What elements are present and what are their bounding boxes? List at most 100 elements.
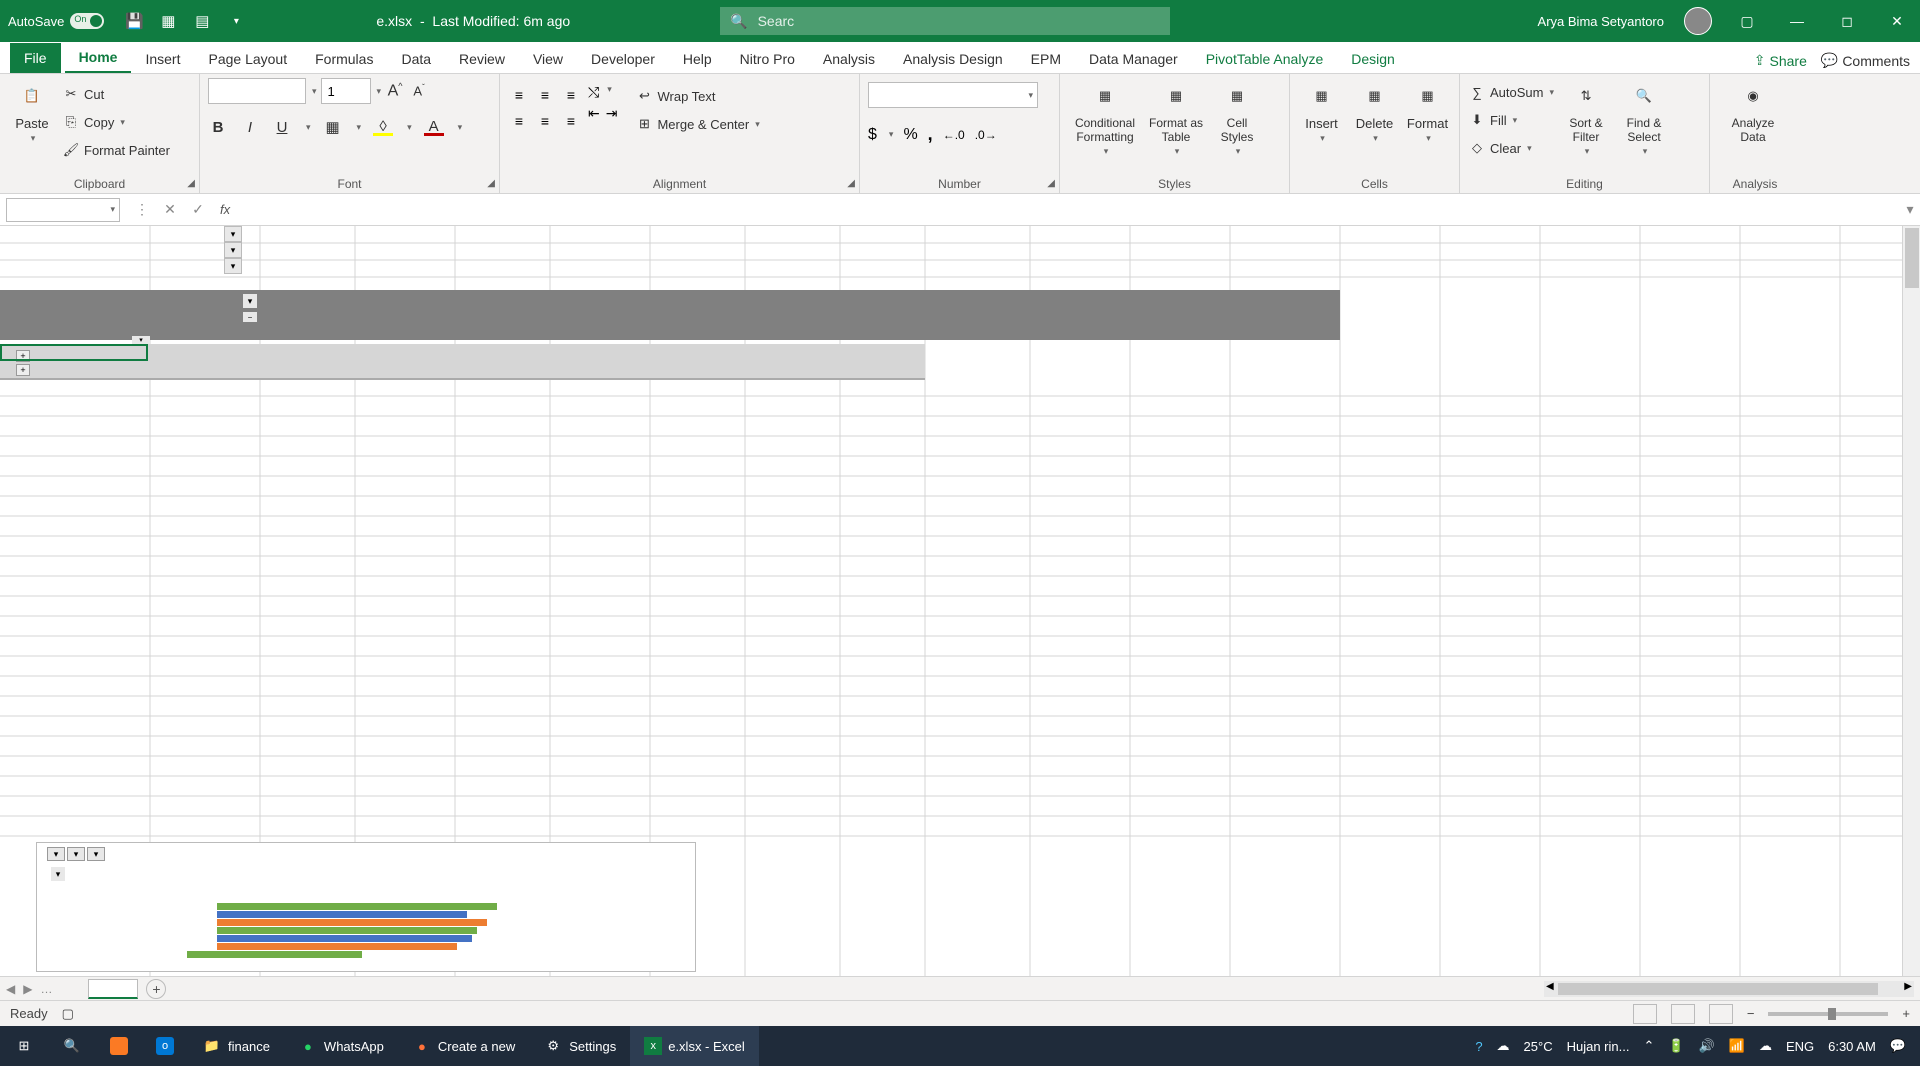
tab-data[interactable]: Data: [387, 45, 445, 73]
tab-design[interactable]: Design: [1337, 45, 1409, 73]
weather-temp[interactable]: 25°C: [1524, 1039, 1553, 1054]
spreadsheet-grid[interactable]: ▾ ▾ ▾ ▾ − ▾ + + ▾ ▾ ▾ ▾: [0, 226, 1920, 976]
embedded-chart[interactable]: ▾ ▾ ▾ ▾: [36, 842, 696, 972]
cell-styles-button[interactable]: ▦Cell Styles▾: [1210, 78, 1264, 157]
align-middle-icon[interactable]: ≡: [534, 84, 556, 106]
analyze-data-button[interactable]: ◉Analyze Data: [1718, 78, 1788, 144]
help-icon[interactable]: ?: [1475, 1039, 1482, 1054]
underline-button[interactable]: U: [272, 119, 292, 136]
tab-insert[interactable]: Insert: [131, 45, 194, 73]
field-dropdown-icon[interactable]: ▾: [224, 226, 242, 242]
user-name[interactable]: Arya Bima Setyantoro: [1538, 14, 1664, 29]
chevron-down-icon[interactable]: ▾: [357, 122, 362, 133]
comma-button[interactable]: ,: [928, 124, 933, 145]
field-filter-icon[interactable]: ▾: [243, 294, 257, 308]
align-left-icon[interactable]: ≡: [508, 110, 530, 132]
chevron-up-icon[interactable]: ⌃: [1643, 1038, 1654, 1054]
save-icon[interactable]: 💾: [124, 11, 144, 31]
chevron-down-icon[interactable]: ▾: [607, 84, 612, 101]
tab-data-manager[interactable]: Data Manager: [1075, 45, 1192, 73]
chevron-down-icon[interactable]: ▾: [407, 122, 412, 133]
zoom-out-icon[interactable]: −: [1747, 1006, 1755, 1021]
autosave[interactable]: AutoSave On: [8, 13, 104, 29]
taskbar-outlook[interactable]: o: [142, 1026, 188, 1066]
weather-desc[interactable]: Hujan rin...: [1567, 1039, 1630, 1054]
font-size-input[interactable]: 1: [321, 78, 371, 104]
active-cell[interactable]: [0, 344, 148, 361]
horizontal-scrollbar[interactable]: ◀ ▶: [1544, 981, 1914, 997]
sheet-nav-next-icon[interactable]: ▶: [23, 982, 32, 996]
scroll-thumb[interactable]: [1905, 228, 1919, 288]
conditional-formatting-button[interactable]: ▦Conditional Formatting▾: [1068, 78, 1142, 157]
more-icon[interactable]: ⋮: [128, 198, 156, 222]
tab-pivottable-analyze[interactable]: PivotTable Analyze: [1192, 45, 1338, 73]
scroll-thumb[interactable]: [1558, 983, 1878, 995]
align-right-icon[interactable]: ≡: [560, 110, 582, 132]
align-bottom-icon[interactable]: ≡: [560, 84, 582, 106]
taskbar-settings[interactable]: ⚙Settings: [529, 1026, 630, 1066]
tab-home[interactable]: Home: [65, 43, 132, 73]
format-cells-button[interactable]: ▦Format▾: [1404, 78, 1451, 144]
decrease-indent-icon[interactable]: ⇤: [588, 105, 600, 122]
tab-analysis-design[interactable]: Analysis Design: [889, 45, 1017, 73]
battery-icon[interactable]: 🔋: [1668, 1038, 1684, 1054]
decrease-font-icon[interactable]: Aˇ: [409, 83, 429, 98]
scroll-right-icon[interactable]: ▶: [1904, 981, 1912, 992]
cut-button[interactable]: ✂Cut: [62, 82, 170, 106]
language-indicator[interactable]: ENG: [1786, 1039, 1814, 1054]
format-painter-button[interactable]: 🖌Format Painter: [62, 138, 170, 162]
wifi-icon[interactable]: 📶: [1729, 1038, 1745, 1054]
scroll-left-icon[interactable]: ◀: [1546, 981, 1554, 992]
normal-view-icon[interactable]: [1633, 1004, 1657, 1024]
taskbar-excel[interactable]: xe.xlsx - Excel: [630, 1026, 759, 1066]
cloud-icon[interactable]: ☁: [1759, 1038, 1772, 1054]
zoom-in-icon[interactable]: +: [1902, 1006, 1910, 1021]
chevron-down-icon[interactable]: ▾: [377, 86, 382, 97]
chevron-down-icon[interactable]: ▾: [458, 122, 463, 133]
chart-filter-icon[interactable]: ▾: [67, 847, 85, 861]
merge-center-button[interactable]: ⊞Merge & Center▾: [635, 112, 759, 136]
taskbar-search[interactable]: 🔍: [48, 1026, 96, 1066]
sheet-nav-prev-icon[interactable]: ◀: [6, 982, 15, 996]
qat-icon-2[interactable]: ▦: [158, 11, 178, 31]
maximize-icon[interactable]: ◻: [1832, 6, 1862, 36]
chevron-down-icon[interactable]: ▾: [312, 86, 317, 97]
field-filter-icon[interactable]: ▾: [224, 258, 242, 274]
dialog-launcher-icon[interactable]: ◢: [187, 178, 195, 189]
chevron-down-icon[interactable]: ▾: [889, 129, 894, 140]
number-format-select[interactable]: ▾: [868, 82, 1038, 108]
dialog-launcher-icon[interactable]: ◢: [487, 178, 495, 189]
row-label-icon[interactable]: ▾: [132, 336, 150, 344]
page-break-view-icon[interactable]: [1709, 1004, 1733, 1024]
insert-cells-button[interactable]: ▦Insert▾: [1298, 78, 1345, 144]
increase-decimal-icon[interactable]: ←.0: [943, 128, 965, 142]
user-avatar[interactable]: [1684, 7, 1712, 35]
fill-color-icon[interactable]: ◊: [373, 118, 393, 136]
autosum-button[interactable]: ∑AutoSum▾: [1468, 80, 1554, 104]
format-as-table-button[interactable]: ▦Format as Table▾: [1144, 78, 1208, 157]
tab-formulas[interactable]: Formulas: [301, 45, 387, 73]
increase-indent-icon[interactable]: ⇥: [606, 105, 618, 122]
tab-epm[interactable]: EPM: [1017, 45, 1075, 73]
fx-icon[interactable]: fx: [212, 202, 238, 217]
border-icon[interactable]: ▦: [323, 118, 343, 136]
dialog-launcher-icon[interactable]: ◢: [847, 178, 855, 189]
tab-page-layout[interactable]: Page Layout: [194, 45, 301, 73]
minimize-icon[interactable]: —: [1782, 6, 1812, 36]
notifications-icon[interactable]: 💬: [1890, 1038, 1906, 1054]
dialog-launcher-icon[interactable]: ◢: [1047, 178, 1055, 189]
qat-customize-icon[interactable]: ▾: [226, 11, 246, 31]
chart-filter-icon[interactable]: ▾: [87, 847, 105, 861]
tab-developer[interactable]: Developer: [577, 45, 669, 73]
close-icon[interactable]: ✕: [1882, 6, 1912, 36]
font-name-input[interactable]: [208, 78, 306, 104]
start-button[interactable]: ⊞: [0, 1026, 48, 1066]
chart-filter-icon[interactable]: ▾: [51, 867, 65, 881]
wrap-text-button[interactable]: ↩Wrap Text: [635, 84, 759, 108]
percent-button[interactable]: %: [903, 126, 917, 144]
share-button[interactable]: ⇪Share: [1754, 52, 1807, 69]
tab-help[interactable]: Help: [669, 45, 726, 73]
volume-icon[interactable]: 🔊: [1699, 1038, 1715, 1054]
paste-button[interactable]: 📋 Paste ▾: [8, 78, 56, 144]
search-box[interactable]: 🔍 Searc: [720, 7, 1170, 35]
